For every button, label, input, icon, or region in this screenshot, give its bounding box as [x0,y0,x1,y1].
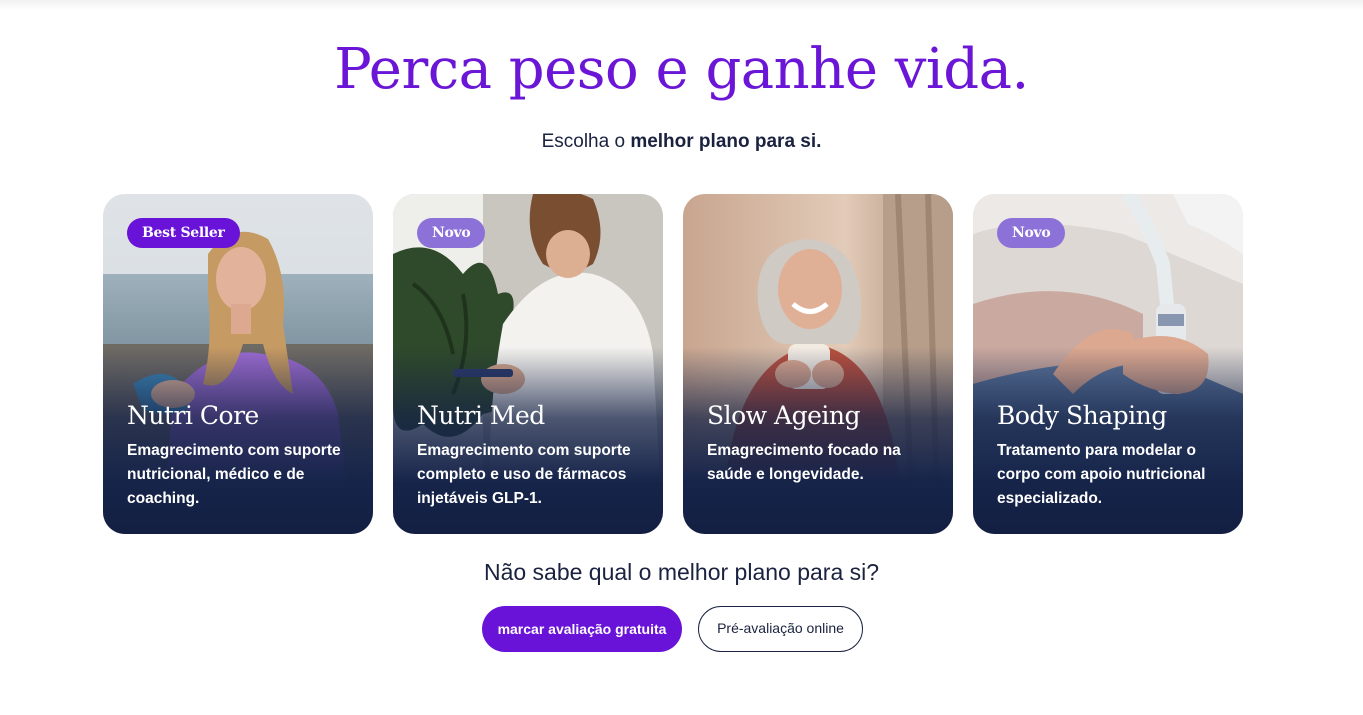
subtitle-emphasis: melhor plano para si. [630,131,822,152]
top-shadow [0,0,1363,10]
new-badge: Novo [997,218,1066,248]
plan-card-slow-ageing[interactable]: Slow Ageing Emagrecimento focado na saúd… [683,194,953,534]
help-question: Não sabe qual o melhor plano para si? [483,559,880,585]
best-seller-badge: Best Seller [127,218,240,248]
plan-cards: Best Seller Nutri Core Emagrecimento com… [103,194,1243,534]
book-free-assessment-button[interactable]: marcar avaliação gratuita [482,606,682,652]
plan-card-nutri-core[interactable]: Best Seller Nutri Core Emagrecimento com… [103,194,373,534]
card-description: Emagrecimento com suporte nutricional, m… [127,442,341,507]
plan-card-body-shaping[interactable]: Novo Body Shaping Tratamento para modela… [973,194,1243,534]
online-pre-assessment-button[interactable]: Pré-avaliação online [698,606,863,652]
card-title: Nutri Core [127,401,259,430]
card-title: Body Shaping [997,401,1167,430]
page-title: Perca peso e ganhe vida. [334,37,1029,102]
plan-card-nutri-med[interactable]: Novo Nutri Med Emagrecimento com suporte… [393,194,663,534]
subtitle-prefix: Escolha o [541,131,631,152]
card-description: Tratamento para modelar o corpo com apoi… [997,442,1206,507]
page-subtitle: Escolha o melhor plano para si. [0,129,1363,155]
card-title: Nutri Med [417,401,545,430]
card-title: Slow Ageing [707,401,860,430]
card-description: Emagrecimento focado na saúde e longevid… [707,442,901,483]
card-description: Emagrecimento com suporte completo e uso… [417,442,631,507]
new-badge: Novo [417,218,486,248]
